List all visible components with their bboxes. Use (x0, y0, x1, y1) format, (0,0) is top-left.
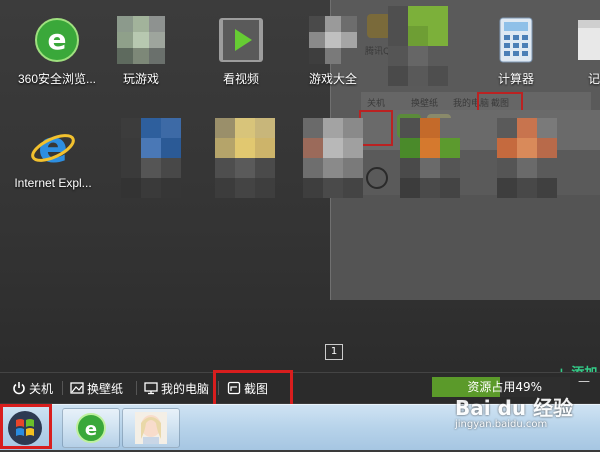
my-computer-label: 我的电脑 (161, 381, 210, 396)
desktop-icon-label: Internet Expl... (14, 176, 92, 190)
desktop-icon-play-games[interactable]: 玩游戏 (96, 16, 186, 87)
power-icon (13, 382, 25, 395)
baidu-logo: Bai du 经验 (455, 396, 574, 420)
bg-wallpaper-label: 换壁纸 (411, 99, 439, 109)
360-browser-icon: e (33, 16, 81, 64)
desktop-icon-internet-explorer[interactable]: e Internet Expl... (8, 122, 98, 190)
desktop-pixelated-block (288, 118, 378, 198)
desktop-icon-label: 看视频 (222, 72, 259, 86)
desktop-icon-note[interactable]: 记 (572, 16, 600, 87)
taskbar-360-browser[interactable]: e (62, 408, 120, 448)
desktop-icon-label: 记 (588, 72, 600, 86)
pixelated-image-icon (303, 118, 363, 198)
game-center-icon (309, 16, 357, 64)
desktop-pixelated-block (200, 118, 290, 198)
computer-icon (144, 382, 158, 395)
desktop-icon-360-browser[interactable]: e 360安全浏览... (12, 16, 102, 87)
pixelated-image-icon (497, 118, 557, 198)
wallpaper-icon (70, 382, 84, 394)
desktop-pixelated-block (373, 6, 463, 86)
note-icon (572, 16, 600, 64)
divider (62, 381, 63, 395)
taskbar-anime-app[interactable] (122, 408, 180, 448)
pixelated-image-icon (388, 6, 448, 86)
desktop-pixelated-block (482, 118, 572, 198)
desktop-pixelated-block (106, 118, 196, 198)
pixelated-image-icon (400, 118, 460, 198)
pixelated-image-icon (121, 118, 181, 198)
pixelated-image-icon (215, 118, 275, 198)
bg-shutdown-label: 关机 (367, 99, 386, 109)
divider (136, 381, 137, 395)
desktop-icon-label: 游戏大全 (308, 72, 357, 86)
svg-text:e: e (85, 419, 97, 440)
shutdown-label: 关机 (29, 381, 54, 396)
360-browser-icon: e (76, 413, 106, 443)
desktop: 腾讯QQ 关机 换壁纸 我的电脑 截图 e 360安全浏览... 玩游戏 看视频… (0, 0, 600, 381)
calculator-icon (492, 16, 540, 64)
bg-screenshot-label: 截图 (491, 99, 510, 109)
desktop-icon-label: 计算器 (497, 72, 534, 86)
svg-text:e: e (48, 23, 67, 56)
shutdown-button[interactable]: 关机 (12, 379, 53, 397)
page-indicator[interactable]: 1 (325, 344, 343, 360)
baidu-watermark: Bai du 经验 jingyan.baidu.com (455, 392, 573, 430)
minimize-icon[interactable]: — (578, 374, 590, 388)
internet-explorer-icon: e (29, 122, 77, 173)
my-computer-button[interactable]: 我的电脑 (144, 379, 209, 397)
bg-lower-area (331, 195, 600, 300)
change-wallpaper-button[interactable]: 换壁纸 (70, 379, 123, 397)
desktop-icon-video[interactable]: 看视频 (196, 16, 286, 87)
wallpaper-label: 换壁纸 (87, 381, 124, 396)
desktop-icon-calculator[interactable]: 计算器 (471, 16, 561, 87)
desktop-icon-game-center[interactable]: 游戏大全 (288, 16, 378, 87)
desktop-icon-label: 360安全浏览... (17, 72, 97, 86)
start-button-highlight (0, 404, 52, 449)
desktop-icon-label: 玩游戏 (122, 72, 159, 86)
svg-text:e: e (38, 122, 68, 170)
play-games-icon (117, 16, 165, 64)
desktop-pixelated-block (385, 118, 475, 198)
anime-avatar-icon (135, 412, 167, 444)
video-icon (217, 16, 265, 64)
